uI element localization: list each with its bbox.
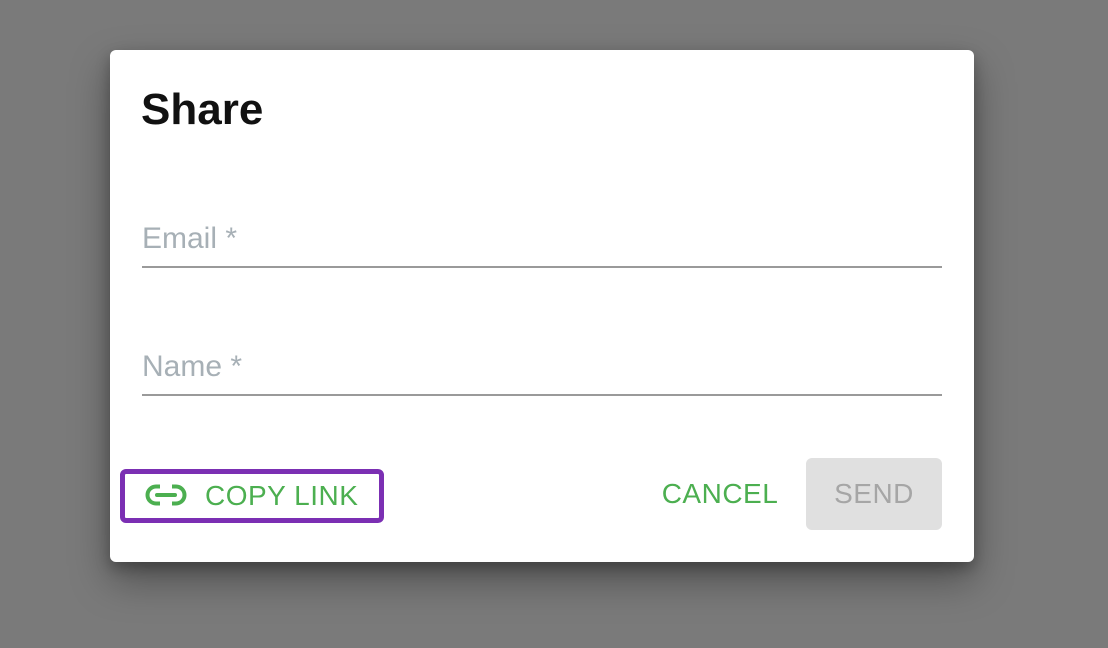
share-dialog: Share COPY LINK CANCEL SEND — [110, 50, 974, 562]
name-field-container — [142, 324, 942, 396]
dialog-title: Share — [141, 85, 264, 134]
send-button[interactable]: SEND — [806, 458, 942, 530]
name-input[interactable] — [142, 350, 942, 384]
copy-link-label: COPY LINK — [205, 480, 359, 511]
copy-link-button[interactable]: COPY LINK — [120, 469, 384, 523]
email-field-container — [142, 196, 942, 268]
link-icon — [145, 484, 187, 506]
email-input[interactable] — [142, 222, 942, 256]
cancel-button[interactable]: CANCEL — [650, 458, 790, 530]
